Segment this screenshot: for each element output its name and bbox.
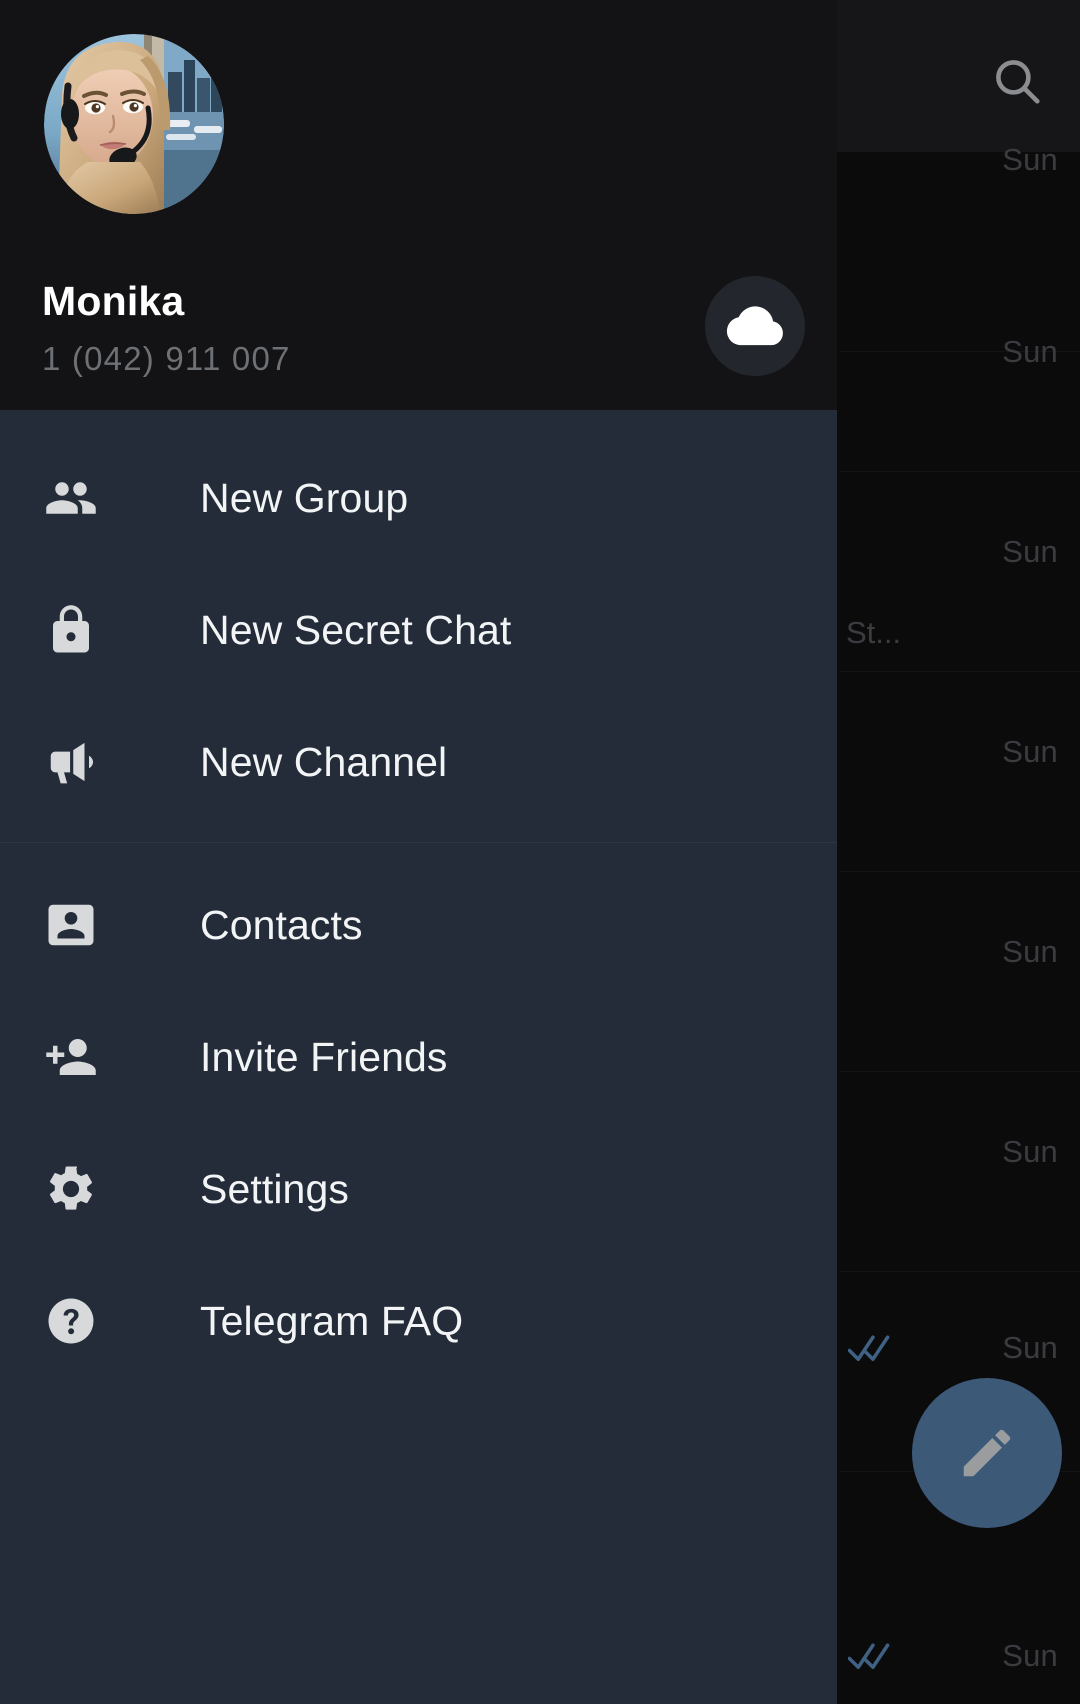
chat-time: Sun — [1002, 734, 1058, 769]
chat-time: Sun — [1002, 1638, 1058, 1673]
profile-name: Monika — [42, 278, 185, 324]
menu-item-new-group[interactable]: New Group — [0, 432, 837, 564]
menu-item-label: Telegram FAQ — [200, 1297, 464, 1344]
saved-messages-cloud-button[interactable] — [705, 276, 805, 376]
contact-card-icon — [44, 898, 98, 952]
megaphone-glyph — [50, 742, 94, 784]
menu-item-new-secret-chat[interactable]: New Secret Chat — [0, 564, 837, 696]
chat-time: Sun — [1002, 934, 1058, 969]
menu-item-invite-friends[interactable]: Invite Friends — [0, 991, 837, 1123]
double-check-icon — [847, 1332, 892, 1366]
menu-item-label: Contacts — [200, 901, 363, 948]
double-check-icon — [847, 1640, 892, 1674]
double-check-glyph — [847, 1335, 890, 1362]
gear-icon — [44, 1162, 98, 1216]
drawer-menu-list: New Group New Secret Chat New Channel Co… — [0, 410, 837, 1704]
group-glyph — [46, 482, 96, 514]
chat-row[interactable]: Sun St... — [840, 472, 1080, 672]
chat-time: Sun — [1002, 1330, 1058, 1365]
navigation-drawer: Monika 1 (042) 911 007 New Group New Sec… — [0, 0, 837, 1704]
person-add-glyph — [46, 1039, 96, 1075]
menu-item-label: New Channel — [200, 738, 448, 785]
menu-item-label: Settings — [200, 1165, 349, 1212]
chat-row[interactable]: Sun — [840, 872, 1080, 1072]
double-check-glyph — [847, 1643, 890, 1670]
question-glyph — [48, 1298, 94, 1344]
menu-item-new-channel[interactable]: New Channel — [0, 696, 837, 828]
menu-item-label: New Group — [200, 474, 409, 521]
contact-card-glyph — [48, 904, 94, 946]
lock-icon — [44, 603, 98, 657]
chat-row[interactable]: Sun — [840, 1600, 1080, 1704]
chat-time: Sun — [1002, 1134, 1058, 1169]
person-add-icon — [44, 1030, 98, 1084]
drawer-profile-header: Monika 1 (042) 911 007 — [0, 0, 837, 410]
lock-glyph — [53, 605, 89, 653]
question-icon — [44, 1294, 98, 1348]
compose-fab-button[interactable] — [912, 1378, 1062, 1528]
menu-item-settings[interactable]: Settings — [0, 1123, 837, 1255]
menu-item-label: New Secret Chat — [200, 606, 512, 653]
menu-item-label: Invite Friends — [200, 1033, 448, 1080]
chat-time: Sun — [1002, 534, 1058, 569]
chat-row[interactable]: Sun — [840, 672, 1080, 872]
chat-time: Sun — [1002, 142, 1058, 177]
pencil-icon — [963, 1429, 1011, 1477]
menu-item-contacts[interactable]: Contacts — [0, 859, 837, 991]
menu-item-telegram-faq[interactable]: Telegram FAQ — [0, 1255, 837, 1387]
chat-time: Sun — [1002, 334, 1058, 369]
chat-row[interactable]: Sun — [840, 272, 1080, 472]
megaphone-icon — [44, 735, 98, 789]
group-icon — [44, 471, 98, 525]
cloud-icon — [726, 306, 783, 346]
chat-row[interactable]: Sun — [840, 1072, 1080, 1272]
chat-snippet: St... — [846, 615, 902, 650]
avatar-photo — [44, 34, 224, 214]
profile-phone: 1 (042) 911 007 — [42, 340, 291, 377]
menu-divider — [0, 842, 837, 843]
gear-glyph — [49, 1166, 93, 1210]
search-icon[interactable] — [982, 46, 1052, 116]
search-glyph — [996, 60, 1040, 104]
app-root: Sun Sun Sun St... Sun Sun Sun Sun Sun Mo… — [0, 0, 1080, 1704]
avatar[interactable] — [44, 34, 224, 214]
